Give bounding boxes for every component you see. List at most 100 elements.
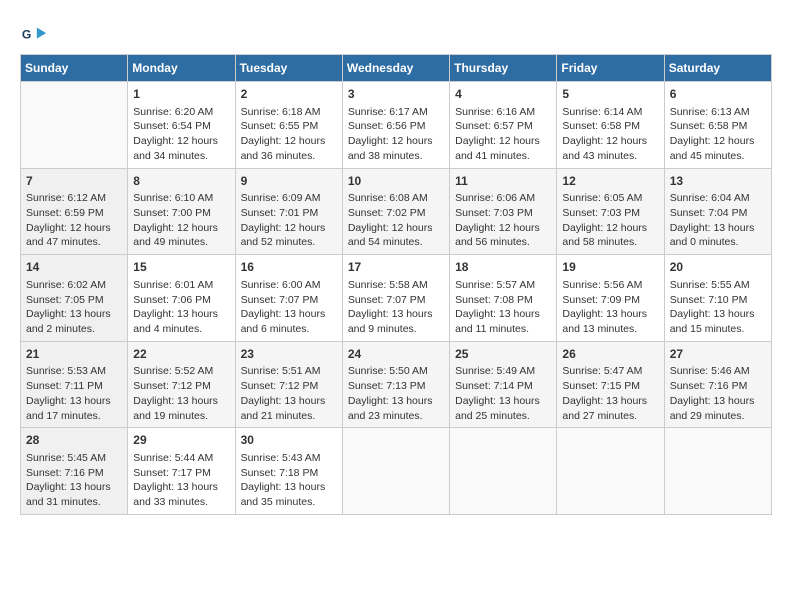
day-info: Sunrise: 6:14 AM Sunset: 6:58 PM Dayligh… bbox=[562, 105, 658, 164]
day-info: Sunrise: 6:05 AM Sunset: 7:03 PM Dayligh… bbox=[562, 191, 658, 250]
svg-text:G: G bbox=[22, 28, 31, 42]
day-cell: 8Sunrise: 6:10 AM Sunset: 7:00 PM Daylig… bbox=[128, 168, 235, 255]
day-cell: 13Sunrise: 6:04 AM Sunset: 7:04 PM Dayli… bbox=[664, 168, 771, 255]
day-info: Sunrise: 5:49 AM Sunset: 7:14 PM Dayligh… bbox=[455, 364, 551, 423]
day-number: 7 bbox=[26, 173, 122, 190]
logo: G bbox=[20, 20, 52, 48]
day-number: 30 bbox=[241, 432, 337, 449]
day-cell: 3Sunrise: 6:17 AM Sunset: 6:56 PM Daylig… bbox=[342, 82, 449, 169]
day-number: 28 bbox=[26, 432, 122, 449]
day-number: 15 bbox=[133, 259, 229, 276]
day-number: 10 bbox=[348, 173, 444, 190]
day-info: Sunrise: 5:47 AM Sunset: 7:15 PM Dayligh… bbox=[562, 364, 658, 423]
day-info: Sunrise: 5:57 AM Sunset: 7:08 PM Dayligh… bbox=[455, 278, 551, 337]
header-cell-friday: Friday bbox=[557, 55, 664, 82]
day-info: Sunrise: 5:56 AM Sunset: 7:09 PM Dayligh… bbox=[562, 278, 658, 337]
week-row-3: 21Sunrise: 5:53 AM Sunset: 7:11 PM Dayli… bbox=[21, 341, 772, 428]
header-cell-tuesday: Tuesday bbox=[235, 55, 342, 82]
day-info: Sunrise: 5:52 AM Sunset: 7:12 PM Dayligh… bbox=[133, 364, 229, 423]
day-number: 22 bbox=[133, 346, 229, 363]
day-number: 23 bbox=[241, 346, 337, 363]
day-info: Sunrise: 6:13 AM Sunset: 6:58 PM Dayligh… bbox=[670, 105, 766, 164]
day-number: 21 bbox=[26, 346, 122, 363]
day-number: 9 bbox=[241, 173, 337, 190]
day-cell bbox=[450, 428, 557, 515]
day-info: Sunrise: 6:20 AM Sunset: 6:54 PM Dayligh… bbox=[133, 105, 229, 164]
day-cell: 5 Sunrise: 6:14 AM Sunset: 6:58 PM Daylig… bbox=[557, 82, 664, 169]
header-cell-monday: Monday bbox=[128, 55, 235, 82]
day-info: Sunrise: 6:04 AM Sunset: 7:04 PM Dayligh… bbox=[670, 191, 766, 250]
day-cell: 14 Sunrise: 6:02 AM Sunset: 7:05 PM Dayli… bbox=[21, 255, 128, 342]
day-number: 27 bbox=[670, 346, 766, 363]
day-number: 2 bbox=[241, 86, 337, 103]
day-info: Sunrise: 6:02 AM Sunset: 7:05 PM Dayligh… bbox=[26, 278, 122, 337]
day-number: 24 bbox=[348, 346, 444, 363]
day-info: Sunrise: 5:58 AM Sunset: 7:07 PM Dayligh… bbox=[348, 278, 444, 337]
day-cell: 11Sunrise: 6:06 AM Sunset: 7:03 PM Dayli… bbox=[450, 168, 557, 255]
day-info: Sunrise: 6:01 AM Sunset: 7:06 PM Dayligh… bbox=[133, 278, 229, 337]
day-info: Sunrise: 6:12 AM Sunset: 6:59 PM Dayligh… bbox=[26, 191, 122, 250]
day-cell: 18 Sunrise: 5:57 AM Sunset: 7:08 PM Dayli… bbox=[450, 255, 557, 342]
day-cell bbox=[21, 82, 128, 169]
day-info: Sunrise: 5:44 AM Sunset: 7:17 PM Dayligh… bbox=[133, 451, 229, 510]
header-cell-sunday: Sunday bbox=[21, 55, 128, 82]
day-info: Sunrise: 5:51 AM Sunset: 7:12 PM Dayligh… bbox=[241, 364, 337, 423]
day-cell: 22Sunrise: 5:52 AM Sunset: 7:12 PM Dayli… bbox=[128, 341, 235, 428]
day-cell: 20 Sunrise: 5:55 AM Sunset: 7:10 PM Dayli… bbox=[664, 255, 771, 342]
header-cell-thursday: Thursday bbox=[450, 55, 557, 82]
logo-icon: G bbox=[20, 20, 48, 48]
day-cell: 25Sunrise: 5:49 AM Sunset: 7:14 PM Dayli… bbox=[450, 341, 557, 428]
day-info: Sunrise: 5:45 AM Sunset: 7:16 PM Dayligh… bbox=[26, 451, 122, 510]
day-info: Sunrise: 6:16 AM Sunset: 6:57 PM Dayligh… bbox=[455, 105, 551, 164]
header-cell-saturday: Saturday bbox=[664, 55, 771, 82]
day-cell: 17 Sunrise: 5:58 AM Sunset: 7:07 PM Dayli… bbox=[342, 255, 449, 342]
day-number: 12 bbox=[562, 173, 658, 190]
day-info: Sunrise: 6:08 AM Sunset: 7:02 PM Dayligh… bbox=[348, 191, 444, 250]
day-number: 4 bbox=[455, 86, 551, 103]
day-info: Sunrise: 5:55 AM Sunset: 7:10 PM Dayligh… bbox=[670, 278, 766, 337]
day-info: Sunrise: 6:17 AM Sunset: 6:56 PM Dayligh… bbox=[348, 105, 444, 164]
day-cell: 10Sunrise: 6:08 AM Sunset: 7:02 PM Dayli… bbox=[342, 168, 449, 255]
calendar-table: SundayMondayTuesdayWednesdayThursdayFrid… bbox=[20, 54, 772, 515]
day-number: 19 bbox=[562, 259, 658, 276]
day-number: 5 bbox=[562, 86, 658, 103]
day-info: Sunrise: 5:50 AM Sunset: 7:13 PM Dayligh… bbox=[348, 364, 444, 423]
day-number: 29 bbox=[133, 432, 229, 449]
day-number: 18 bbox=[455, 259, 551, 276]
day-cell: 23Sunrise: 5:51 AM Sunset: 7:12 PM Dayli… bbox=[235, 341, 342, 428]
day-cell: 12Sunrise: 6:05 AM Sunset: 7:03 PM Dayli… bbox=[557, 168, 664, 255]
day-cell: 29 Sunrise: 5:44 AM Sunset: 7:17 PM Dayli… bbox=[128, 428, 235, 515]
day-info: Sunrise: 5:46 AM Sunset: 7:16 PM Dayligh… bbox=[670, 364, 766, 423]
day-cell: 4 Sunrise: 6:16 AM Sunset: 6:57 PM Daylig… bbox=[450, 82, 557, 169]
day-cell: 24Sunrise: 5:50 AM Sunset: 7:13 PM Dayli… bbox=[342, 341, 449, 428]
header-cell-wednesday: Wednesday bbox=[342, 55, 449, 82]
day-cell bbox=[557, 428, 664, 515]
day-cell: 9Sunrise: 6:09 AM Sunset: 7:01 PM Daylig… bbox=[235, 168, 342, 255]
day-info: Sunrise: 6:18 AM Sunset: 6:55 PM Dayligh… bbox=[241, 105, 337, 164]
day-number: 14 bbox=[26, 259, 122, 276]
day-number: 26 bbox=[562, 346, 658, 363]
header: G bbox=[20, 20, 772, 48]
day-cell: 15 Sunrise: 6:01 AM Sunset: 7:06 PM Dayli… bbox=[128, 255, 235, 342]
day-info: Sunrise: 6:06 AM Sunset: 7:03 PM Dayligh… bbox=[455, 191, 551, 250]
day-info: Sunrise: 6:10 AM Sunset: 7:00 PM Dayligh… bbox=[133, 191, 229, 250]
day-cell: 16Sunrise: 6:00 AM Sunset: 7:07 PM Dayli… bbox=[235, 255, 342, 342]
week-row-0: 1Sunrise: 6:20 AM Sunset: 6:54 PM Daylig… bbox=[21, 82, 772, 169]
day-cell bbox=[342, 428, 449, 515]
day-info: Sunrise: 6:09 AM Sunset: 7:01 PM Dayligh… bbox=[241, 191, 337, 250]
day-number: 11 bbox=[455, 173, 551, 190]
day-number: 13 bbox=[670, 173, 766, 190]
day-number: 17 bbox=[348, 259, 444, 276]
day-cell: 26Sunrise: 5:47 AM Sunset: 7:15 PM Dayli… bbox=[557, 341, 664, 428]
day-cell: 21Sunrise: 5:53 AM Sunset: 7:11 PM Dayli… bbox=[21, 341, 128, 428]
day-cell: 28 Sunrise: 5:45 AM Sunset: 7:16 PM Dayli… bbox=[21, 428, 128, 515]
day-info: Sunrise: 5:43 AM Sunset: 7:18 PM Dayligh… bbox=[241, 451, 337, 510]
week-row-1: 7Sunrise: 6:12 AM Sunset: 6:59 PM Daylig… bbox=[21, 168, 772, 255]
week-row-4: 28 Sunrise: 5:45 AM Sunset: 7:16 PM Dayli… bbox=[21, 428, 772, 515]
header-row: SundayMondayTuesdayWednesdayThursdayFrid… bbox=[21, 55, 772, 82]
day-number: 25 bbox=[455, 346, 551, 363]
day-cell: 7Sunrise: 6:12 AM Sunset: 6:59 PM Daylig… bbox=[21, 168, 128, 255]
day-number: 20 bbox=[670, 259, 766, 276]
day-cell bbox=[664, 428, 771, 515]
day-number: 16 bbox=[241, 259, 337, 276]
